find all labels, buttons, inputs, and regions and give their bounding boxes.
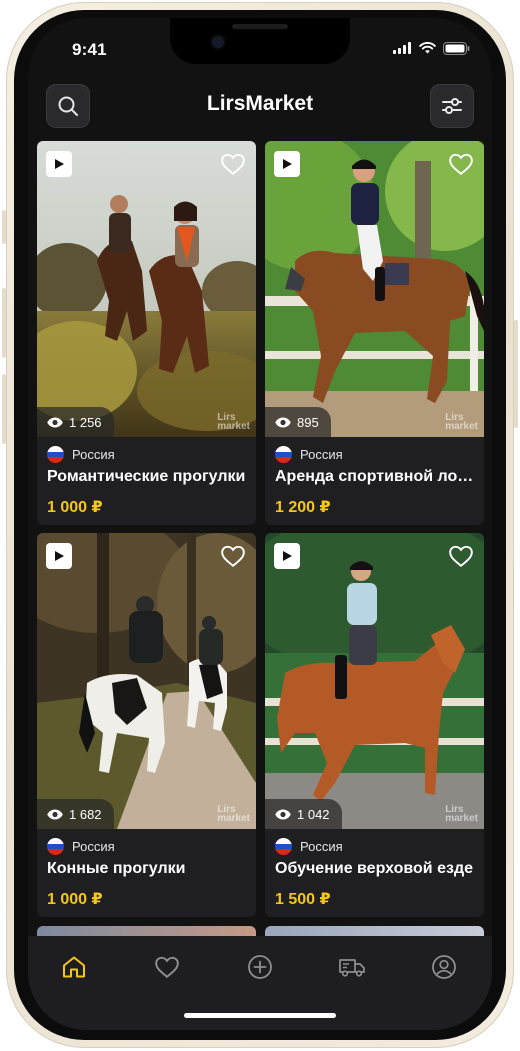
- listing-card[interactable]: 1 682 Lirs market Россия Конные прогулки …: [37, 533, 256, 917]
- russia-flag-icon: [275, 446, 292, 463]
- brand-watermark: Lirs market: [217, 412, 250, 432]
- listing-country: Россия: [275, 838, 343, 855]
- speaker: [232, 24, 288, 29]
- listing-price: 1 500 ₽: [275, 891, 331, 908]
- favorite-heart-icon[interactable]: [448, 543, 474, 569]
- eye-icon: [275, 417, 291, 427]
- listing-country: Россия: [275, 446, 343, 463]
- tab-add[interactable]: [243, 950, 277, 984]
- brand-watermark: Lirs market: [445, 412, 478, 432]
- brand-watermark: Lirs market: [445, 804, 478, 824]
- tab-delivery[interactable]: [335, 950, 369, 984]
- tab-home[interactable]: [57, 950, 91, 984]
- video-badge: [274, 543, 300, 569]
- views-counter: 895: [265, 407, 331, 437]
- views-counter: 1 042: [265, 799, 342, 829]
- views-count: 1 682: [69, 806, 102, 822]
- russia-flag-icon: [47, 446, 64, 463]
- video-badge: [46, 151, 72, 177]
- sliders-icon: [442, 98, 462, 114]
- page-title: LirsMarket: [206, 92, 314, 115]
- battery-icon: [443, 41, 470, 55]
- wifi-icon: [419, 42, 436, 54]
- favorite-heart-icon[interactable]: [220, 543, 246, 569]
- home-icon: [63, 956, 85, 978]
- views-count: 1 042: [297, 806, 330, 822]
- listing-price: 1 000 ₽: [47, 891, 103, 908]
- play-icon: [283, 551, 292, 561]
- listing-country: Россия: [47, 838, 115, 855]
- truck-icon: [339, 959, 365, 977]
- video-badge: [46, 543, 72, 569]
- views-count: 895: [297, 414, 319, 430]
- signal-icon: [393, 42, 411, 54]
- mute-switch: [2, 210, 6, 244]
- status-time: 9:41: [72, 40, 107, 59]
- video-badge: [274, 151, 300, 177]
- play-icon: [55, 551, 64, 561]
- profile-icon: [432, 955, 456, 979]
- volume-down-button: [2, 374, 6, 444]
- listing-country: Россия: [47, 446, 115, 463]
- views-counter: 1 256: [37, 407, 114, 437]
- status-icons: [393, 40, 470, 56]
- play-icon: [55, 159, 64, 169]
- app-header: LirsMarket: [28, 80, 492, 136]
- favorite-heart-icon[interactable]: [448, 151, 474, 177]
- listing-price: 1 200 ₽: [275, 499, 331, 516]
- play-icon: [283, 159, 292, 169]
- listing-title: Обучение верховой езде: [275, 860, 473, 877]
- listing-photo: 1 256 Lirs market: [37, 141, 256, 437]
- front-camera: [212, 36, 224, 48]
- listing-photo: 1 042 Lirs market: [265, 533, 484, 829]
- listing-title: Аренда спортивной лошади: [275, 468, 476, 485]
- eye-icon: [275, 809, 291, 819]
- notch: [170, 18, 350, 64]
- tab-profile[interactable]: [427, 950, 461, 984]
- favorite-heart-icon[interactable]: [220, 151, 246, 177]
- russia-flag-icon: [275, 838, 292, 855]
- listing-title: Романтические прогулки: [47, 468, 246, 485]
- views-counter: 1 682: [37, 799, 114, 829]
- listing-card[interactable]: 1 042 Lirs market Россия Обучение верхово…: [265, 533, 484, 917]
- power-button: [514, 320, 518, 428]
- russia-flag-icon: [47, 838, 64, 855]
- eye-icon: [47, 417, 63, 427]
- listing-card[interactable]: 1 256 Lirs market Россия Романтические пр…: [37, 141, 256, 525]
- views-count: 1 256: [69, 414, 102, 430]
- listing-photo: 895 Lirs market: [265, 141, 484, 437]
- app-screen: 9:41 LirsMarket 1 256 Lirs market Россия…: [28, 18, 492, 1030]
- brand-watermark: Lirs market: [217, 804, 250, 824]
- heart-icon: [155, 956, 179, 978]
- listing-title: Конные прогулки: [47, 860, 186, 877]
- filter-button[interactable]: [430, 84, 474, 128]
- home-indicator[interactable]: [184, 1013, 336, 1018]
- listing-photo: 1 682 Lirs market: [37, 533, 256, 829]
- volume-up-button: [2, 288, 6, 358]
- tab-favorites[interactable]: [150, 950, 184, 984]
- eye-icon: [47, 809, 63, 819]
- plus-circle-icon: [248, 955, 272, 979]
- listing-card[interactable]: 895 Lirs market Россия Аренда спортивной …: [265, 141, 484, 525]
- listing-price: 1 000 ₽: [47, 499, 103, 516]
